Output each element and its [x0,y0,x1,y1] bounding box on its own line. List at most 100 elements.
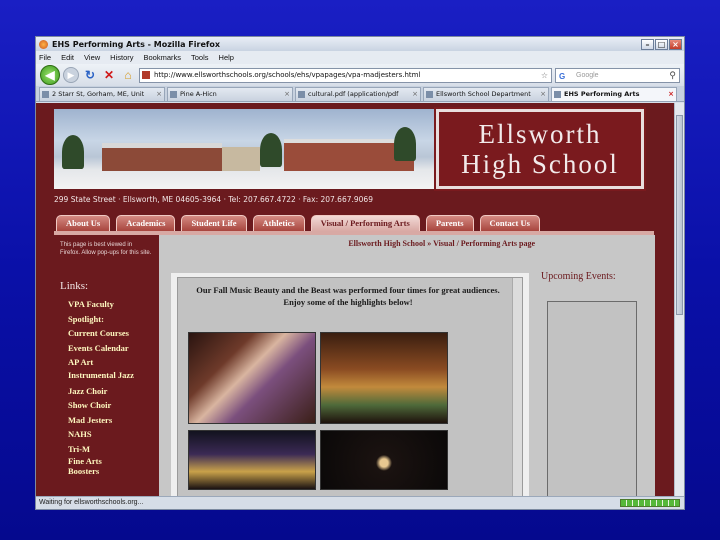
building-shape [222,147,260,171]
links-list: VPA Faculty Spotlight: Current Courses E… [68,297,136,476]
tab-5-active[interactable]: EHS Performing Arts × [551,87,677,101]
minimize-button[interactable]: – [641,38,654,50]
tab-bar: 2 Starr St, Gorham, ME, Unit × Pine A-Hic… [36,86,684,102]
links-heading: Links: [60,280,89,292]
nav-parents[interactable]: Parents [425,215,474,231]
tab-4[interactable]: Ellsworth School Department × [423,87,549,101]
tab-favicon-icon [170,91,177,98]
menu-view[interactable]: View [84,53,100,62]
menu-bookmarks[interactable]: Bookmarks [144,53,182,62]
menu-history[interactable]: History [110,53,133,62]
menu-bar: File Edit View History Bookmarks Tools H… [36,51,684,64]
performance-photo-3[interactable] [188,430,316,490]
nav-visual-performing-arts[interactable]: Visual / Performing Arts [310,215,420,231]
left-sidebar: This page is best viewed in Firefox. All… [54,235,159,498]
status-bar: Waiting for ellsworthschools.org... [36,496,684,509]
link-show-choir[interactable]: Show Choir [68,398,136,413]
stop-icon[interactable]: ✕ [101,67,117,83]
nav-contact-us[interactable]: Contact Us [479,215,540,231]
home-icon[interactable]: ⌂ [120,67,136,83]
firefox-note: This page is best viewed in Firefox. All… [60,242,152,256]
window-title: EHS Performing Arts - Mozilla Firefox [52,39,220,49]
back-icon[interactable]: ◀ [40,65,60,85]
tab-label: EHS Performing Arts [564,90,640,98]
navigation-toolbar: ◀ ▶ ↻ ✕ ⌂ http://www.ellsworthschools.or… [36,64,684,86]
tab-favicon-icon [298,91,305,98]
tab-close-icon[interactable]: × [668,88,674,100]
window-controls: – □ × [641,38,684,50]
url-input[interactable]: http://www.ellsworthschools.org/schools/… [139,67,552,83]
menu-edit[interactable]: Edit [61,53,74,62]
link-mad-jesters[interactable]: Mad Jesters [68,413,136,428]
nav-academics[interactable]: Academics [116,215,176,231]
link-fine-arts-boosters[interactable]: Fine Arts Boosters [68,456,116,476]
reload-icon[interactable]: ↻ [82,67,98,83]
tab-2[interactable]: Pine A-Hicn × [167,87,293,101]
link-spotlight[interactable]: Spotlight: [68,312,136,327]
logo-line-2: High School [461,149,619,179]
close-button[interactable]: × [669,38,682,50]
nav-student-life[interactable]: Student Life [181,215,247,231]
tab-close-icon[interactable]: × [540,88,546,100]
logo-line-1: Ellsworth [478,119,602,149]
tab-label: 2 Starr St, Gorham, ME, Unit [52,90,145,98]
intro-text: Our Fall Music Beauty and the Beast was … [196,285,500,307]
tab-label: cultural.pdf (application/pdf [308,90,399,98]
tree-shape [62,135,84,169]
search-placeholder: Google [576,71,599,79]
tab-close-icon[interactable]: × [156,88,162,100]
search-icon[interactable]: ⚲ [669,69,676,82]
link-nahs[interactable]: NAHS [68,427,136,442]
tab-close-icon[interactable]: × [284,88,290,100]
link-events-calendar[interactable]: Events Calendar [68,341,136,356]
breadcrumb[interactable]: Ellsworth High School » Visual / Perform… [348,239,535,248]
site-header: Ellsworth High School [54,107,654,194]
google-icon: G [559,71,566,81]
performance-photo-4[interactable] [320,430,448,490]
site-navigation: About Us Academics Student Life Athletic… [56,215,540,231]
tab-close-icon[interactable]: × [412,88,418,100]
browser-window: EHS Performing Arts - Mozilla Firefox – … [35,36,685,510]
web-page: Ellsworth High School 299 State Street ·… [36,103,676,498]
site-favicon-icon [142,70,150,79]
tab-1[interactable]: 2 Starr St, Gorham, ME, Unit × [39,87,165,101]
status-text: Waiting for ellsworthschools.org... [39,499,144,506]
upcoming-events-heading: Upcoming Events: [541,271,616,282]
events-box [547,301,637,498]
title-bar: EHS Performing Arts - Mozilla Firefox – … [36,37,684,51]
link-instrumental-jazz[interactable]: Instrumental Jazz [68,370,136,380]
firefox-icon [39,39,48,49]
right-sidebar: Upcoming Events: [535,235,655,498]
content-frame: Our Fall Music Beauty and the Beast was … [177,277,523,498]
building-shape [102,143,222,171]
tab-3[interactable]: cultural.pdf (application/pdf × [295,87,421,101]
link-ap-art[interactable]: AP Art [68,355,136,370]
nav-athletics[interactable]: Athletics [252,215,305,231]
scrollbar-thumb[interactable] [676,115,683,315]
performance-photo-1[interactable] [188,332,316,424]
link-jazz-choir[interactable]: Jazz Choir [68,384,136,399]
page-scrollbar[interactable] [674,103,684,498]
content-scrollbar[interactable] [512,278,522,497]
menu-tools[interactable]: Tools [191,53,209,62]
menu-file[interactable]: File [39,53,51,62]
performance-photo-2[interactable] [320,332,448,424]
tab-label: Ellsworth School Department [436,90,531,98]
tree-shape [394,127,416,161]
link-tri-m[interactable]: Tri-M [68,442,136,457]
school-logo[interactable]: Ellsworth High School [434,107,646,191]
tab-favicon-icon [554,91,561,98]
content-panel: Our Fall Music Beauty and the Beast was … [171,273,529,498]
link-current-courses[interactable]: Current Courses [68,326,136,341]
main-content: Ellsworth High School » Visual / Perform… [159,235,535,498]
school-address: 299 State Street · Ellsworth, ME 04605-3… [54,195,373,204]
tab-favicon-icon [426,91,433,98]
nav-about-us[interactable]: About Us [56,215,111,231]
forward-icon[interactable]: ▶ [63,67,79,83]
link-vpa-faculty[interactable]: VPA Faculty [68,297,136,312]
search-input[interactable]: G Google ⚲ [555,67,680,83]
star-icon[interactable]: ☆ [541,69,548,82]
maximize-button[interactable]: □ [655,38,668,50]
url-text: http://www.ellsworthschools.org/schools/… [154,70,421,79]
menu-help[interactable]: Help [219,53,234,62]
